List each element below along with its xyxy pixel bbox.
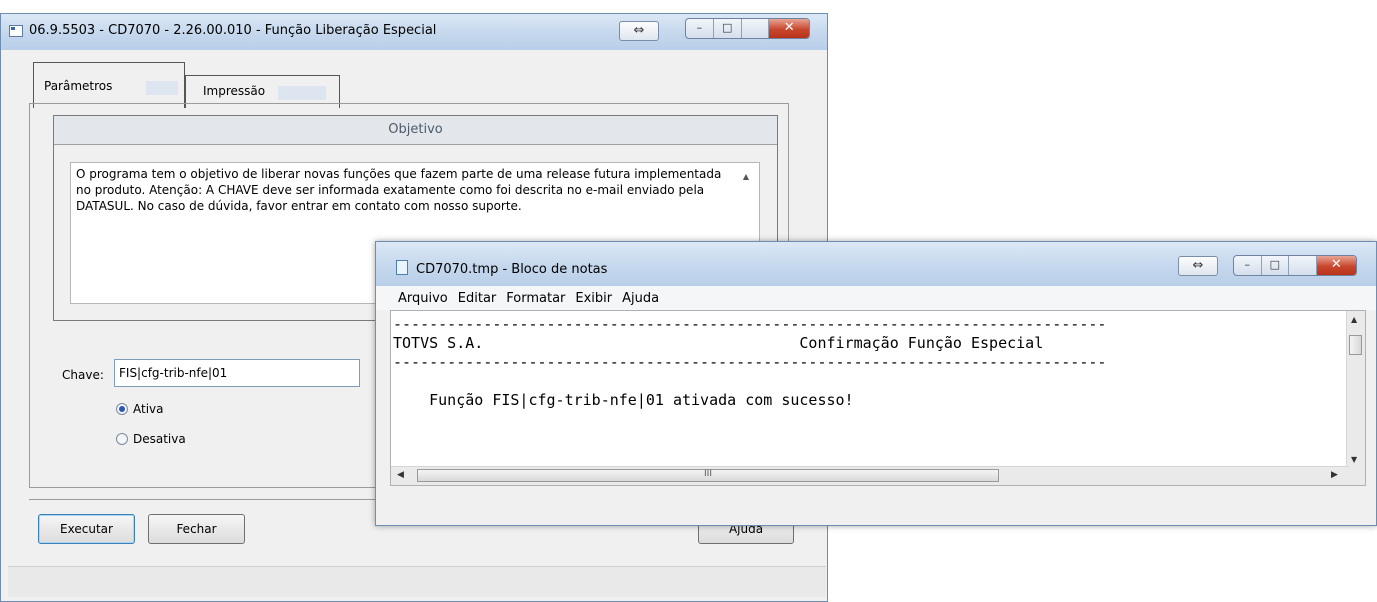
scroll-left-icon[interactable]: ◀: [397, 470, 404, 480]
notepad-menubar: Arquivo Editar Formatar Exibir Ajuda: [376, 286, 1376, 310]
success-message: Função FIS|cfg-trib-nfe|01 ativada com s…: [429, 391, 854, 409]
tab-parametros[interactable]: Parâmetros: [33, 62, 185, 108]
notepad-text: ----------------------------------------…: [393, 315, 1106, 410]
notepad-icon: [396, 260, 408, 275]
status-bar: [8, 566, 826, 597]
rule-line: ----------------------------------------…: [393, 353, 1107, 371]
notepad-titlebar[interactable]: CD7070.tmp - Bloco de notas ⇔ – □ ✕: [376, 242, 1376, 286]
window-controls: – □ ✕: [685, 18, 810, 39]
minimize-button[interactable]: –: [1234, 256, 1262, 275]
menu-exibir[interactable]: Exibir: [575, 291, 612, 306]
notepad-window-controls: – □ ✕: [1233, 255, 1357, 276]
close-button[interactable]: ✕: [769, 19, 809, 38]
executar-button[interactable]: Executar: [38, 514, 135, 544]
radio-desativa-label: Desativa: [133, 432, 186, 446]
fechar-button[interactable]: Fechar: [148, 514, 245, 544]
radio-ativa-label: Ativa: [133, 402, 164, 416]
notepad-window: CD7070.tmp - Bloco de notas ⇔ – □ ✕ Arqu…: [375, 241, 1377, 526]
radio-unselected-icon: [116, 433, 128, 445]
scroll-up-icon[interactable]: ▲: [743, 169, 749, 185]
resize-grip-icon[interactable]: [1347, 467, 1365, 485]
restore-spacer: [742, 19, 770, 38]
scroll-up-icon[interactable]: ▲: [1351, 315, 1357, 324]
app-icon: [9, 25, 23, 37]
restore-spacer: [1289, 256, 1317, 275]
tab-decoration: [278, 86, 326, 100]
company-name: TOTVS S.A.: [393, 334, 484, 352]
chave-input[interactable]: [114, 359, 360, 387]
vertical-scrollbar[interactable]: ▲ ▼: [1346, 311, 1365, 469]
tab-decoration: [146, 81, 178, 95]
chave-label: Chave:: [62, 368, 104, 382]
scroll-down-icon[interactable]: ▼: [1351, 455, 1357, 464]
tab-parametros-label: Parâmetros: [44, 79, 113, 93]
main-window-title: 06.9.5503 - CD7070 - 2.26.00.010 - Funçã…: [29, 23, 437, 38]
horizontal-scroll-thumb[interactable]: III: [417, 469, 999, 482]
vertical-scroll-thumb[interactable]: [1349, 335, 1362, 355]
rule-line: ----------------------------------------…: [393, 315, 1107, 333]
radio-ativa[interactable]: Ativa: [116, 402, 164, 416]
maximize-button[interactable]: □: [714, 19, 742, 38]
report-heading: Confirmação Função Especial: [799, 334, 1044, 352]
swap-icon[interactable]: ⇔: [619, 21, 659, 41]
menu-ajuda[interactable]: Ajuda: [622, 291, 659, 306]
objetivo-header: Objetivo: [54, 116, 777, 145]
radio-desativa[interactable]: Desativa: [116, 432, 186, 446]
maximize-button[interactable]: □: [1262, 256, 1290, 275]
scroll-right-icon[interactable]: ▶: [1331, 470, 1338, 480]
notepad-editor[interactable]: ----------------------------------------…: [390, 310, 1366, 486]
horizontal-scrollbar[interactable]: ◀ III ▶: [391, 466, 1349, 485]
tab-impressao-label: Impressão: [203, 84, 266, 98]
objetivo-text: O programa tem o objetivo de liberar nov…: [76, 167, 722, 213]
swap-icon[interactable]: ⇔: [1178, 256, 1218, 276]
minimize-button[interactable]: –: [686, 19, 714, 38]
close-button[interactable]: ✕: [1316, 256, 1356, 275]
menu-editar[interactable]: Editar: [458, 291, 497, 306]
radio-selected-icon: [116, 403, 128, 415]
main-titlebar[interactable]: 06.9.5503 - CD7070 - 2.26.00.010 - Funçã…: [1, 14, 827, 50]
menu-arquivo[interactable]: Arquivo: [398, 291, 448, 306]
menu-formatar[interactable]: Formatar: [506, 291, 565, 306]
notepad-title: CD7070.tmp - Bloco de notas: [416, 262, 608, 277]
